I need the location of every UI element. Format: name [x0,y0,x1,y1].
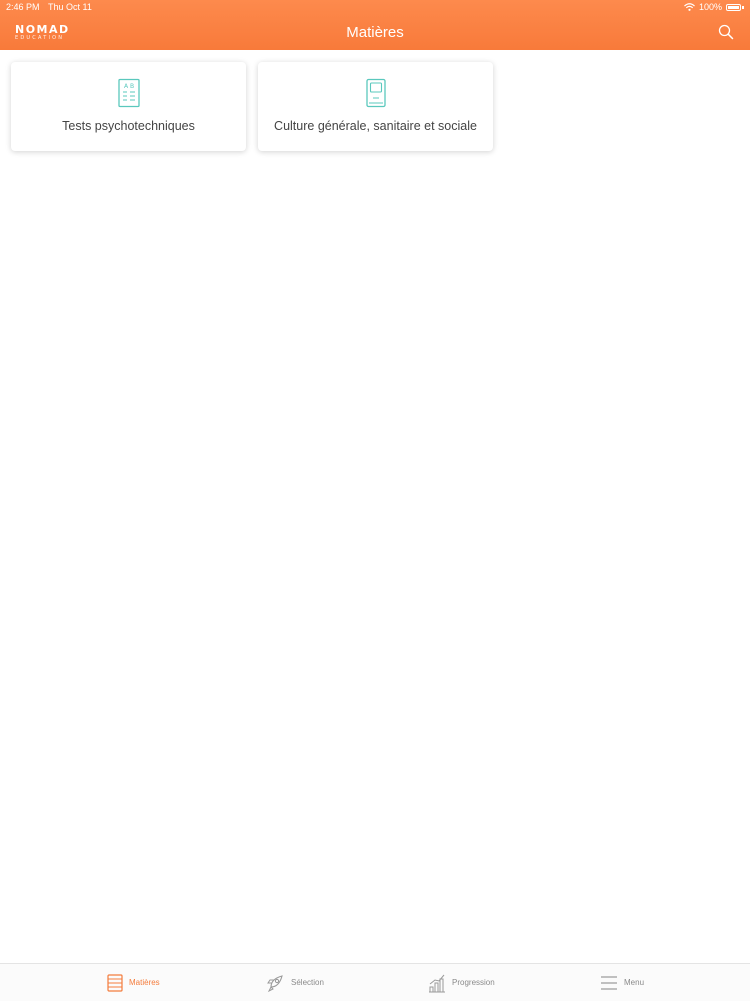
chart-icon [429,974,445,992]
menu-icon [601,975,617,990]
svg-text:B: B [130,83,134,90]
subject-card-culture[interactable]: Culture générale, sanitaire et sociale [258,62,493,151]
rocket-icon [267,974,283,992]
status-time: 2:46 PM [6,2,40,12]
svg-text:A: A [124,83,129,90]
tab-label: Matières [129,978,160,987]
subject-card-tests[interactable]: A B Tests psychotechniques [11,62,246,151]
tab-progression[interactable]: Progression [428,964,495,1001]
battery-tip [742,5,744,9]
tab-bar: Matières Sélection Progression Menu [0,963,750,1001]
battery-icon [726,3,741,11]
tab-selection[interactable]: Sélection [265,964,324,1001]
battery-percent: 100% [698,2,722,12]
test-sheet-icon: A B [117,78,140,108]
tab-label: Progression [452,978,495,987]
book-icon [365,78,386,108]
status-right: 100% [684,0,744,14]
status-date: Thu Oct 11 [48,2,92,12]
page-title: Matières [346,24,404,41]
tab-matieres[interactable]: Matières [107,964,160,1001]
books-icon [107,973,123,992]
tab-label: Menu [624,978,645,987]
status-bar: 2:46 PM Thu Oct 11 100% [0,0,750,14]
subject-card-label: Culture générale, sanitaire et sociale [274,119,477,133]
header: 2:46 PM Thu Oct 11 100% NOMAD EDUCATION … [0,0,750,50]
tab-menu[interactable]: Menu [600,964,644,1001]
wifi-icon [684,3,695,11]
subject-card-label: Tests psychotechniques [62,119,195,133]
search-button[interactable] [718,24,736,42]
tab-label: Sélection [291,978,324,987]
search-icon [718,24,734,40]
